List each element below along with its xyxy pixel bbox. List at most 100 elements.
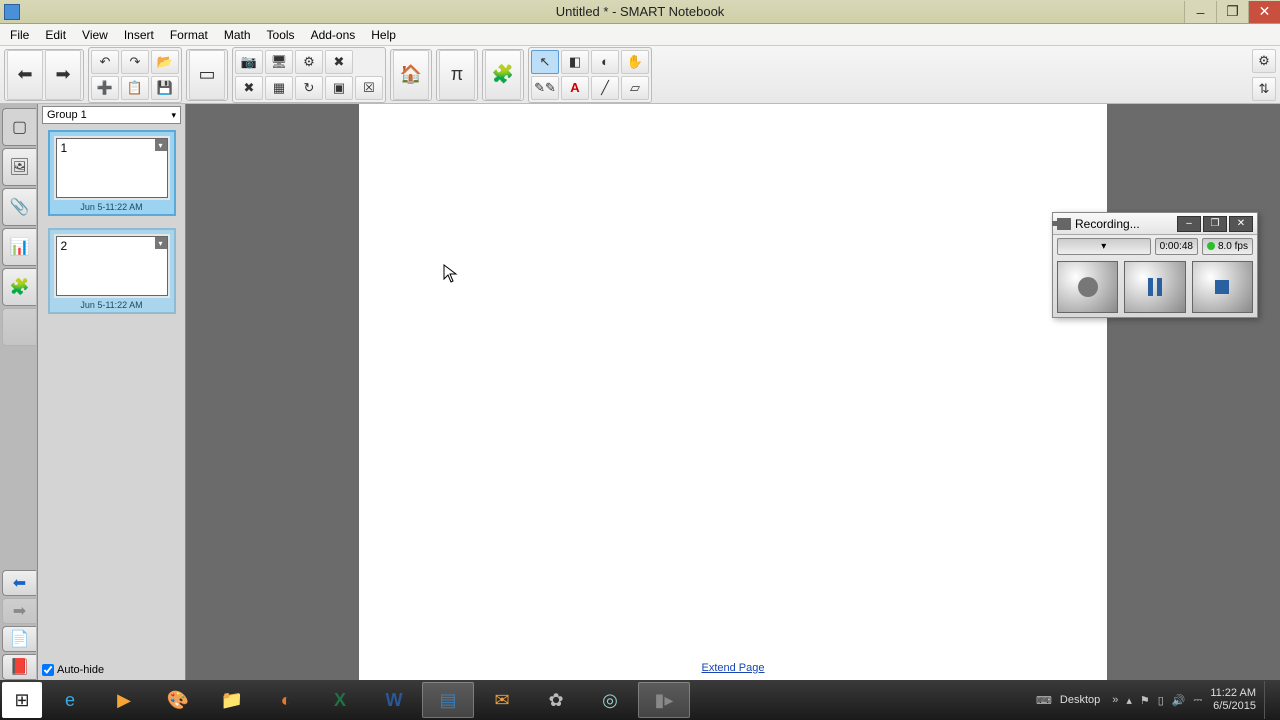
- extend-page-link[interactable]: Extend Page: [702, 662, 765, 674]
- recorder-close-button[interactable]: ✕: [1229, 216, 1253, 232]
- screen-shade-button[interactable]: ▭: [189, 50, 225, 100]
- taskbar-word[interactable]: W: [368, 682, 420, 718]
- recorder-stop-button[interactable]: [1192, 261, 1253, 313]
- side-action-2[interactable]: 📕: [2, 654, 36, 680]
- table-button[interactable]: ▦: [265, 76, 293, 100]
- recorder-pause-button[interactable]: [1124, 261, 1185, 313]
- insert-image-button[interactable]: ⚙: [295, 50, 323, 74]
- toolbar-options-button[interactable]: ⚙: [1252, 49, 1276, 73]
- taskbar-ie[interactable]: e: [44, 682, 96, 718]
- line-tool-button[interactable]: ╱: [591, 76, 619, 100]
- taskbar-media[interactable]: ▶: [98, 682, 150, 718]
- desktop-toolbar-label[interactable]: Desktop: [1060, 694, 1100, 706]
- taskbar-excel[interactable]: X: [314, 682, 366, 718]
- next-page-button[interactable]: ➡: [45, 50, 81, 100]
- taskbar-app-1[interactable]: ✿: [530, 682, 582, 718]
- autohide-checkbox[interactable]: Auto-hide: [42, 664, 104, 676]
- fill-tool-button[interactable]: ✋: [621, 50, 649, 74]
- page-group-dropdown[interactable]: Group 1: [42, 106, 181, 124]
- page-canvas[interactable]: Extend Page: [359, 104, 1107, 680]
- taskbar-outlook[interactable]: ✉: [476, 682, 528, 718]
- pens-tool-button[interactable]: ✎✎: [531, 76, 559, 100]
- properties-button[interactable]: ▣: [325, 76, 353, 100]
- undo-button[interactable]: ↶: [91, 50, 119, 74]
- recorder-titlebar[interactable]: Recording... – ❐ ✕: [1053, 213, 1257, 235]
- tray-chevron-icon[interactable]: ▴: [1126, 694, 1132, 707]
- save-button[interactable]: 💾: [151, 76, 179, 100]
- recorder-record-button[interactable]: [1057, 261, 1118, 313]
- prev-page-button[interactable]: ⬅: [7, 50, 43, 100]
- attachments-tab[interactable]: 📎: [2, 188, 36, 226]
- menu-edit[interactable]: Edit: [37, 26, 74, 44]
- delete-page-button[interactable]: ☒: [355, 76, 383, 100]
- windows-icon: ⊞: [8, 686, 36, 714]
- redo-button[interactable]: ↷: [121, 50, 149, 74]
- text-tool-button[interactable]: A: [561, 76, 589, 100]
- properties-tab[interactable]: 📊: [2, 228, 36, 266]
- page-sorter-tab[interactable]: ▢: [2, 108, 36, 146]
- shape-tool-button[interactable]: ◧: [561, 50, 589, 74]
- battery-icon[interactable]: ⎓: [1194, 694, 1203, 707]
- clear-ink-button[interactable]: ✖: [325, 50, 353, 74]
- notebook-icon: ▤: [434, 686, 462, 714]
- action-center-icon[interactable]: ⚑: [1140, 694, 1150, 707]
- new-page-button[interactable]: ➕: [91, 76, 119, 100]
- thumbnail-menu-button[interactable]: ▾: [155, 139, 167, 151]
- start-button[interactable]: ⊞: [2, 682, 42, 718]
- select-tool-button[interactable]: ↖: [531, 50, 559, 74]
- network-icon[interactable]: ▯: [1158, 694, 1164, 707]
- keyboard-icon[interactable]: ⌨: [1036, 694, 1052, 707]
- side-action-1[interactable]: 📄: [2, 626, 36, 652]
- system-tray: ⌨ Desktop » ▴ ⚑ ▯ 🔊 ⎓ 11:22 AM 6/5/2015: [1036, 681, 1278, 719]
- menu-help[interactable]: Help: [363, 26, 404, 44]
- paste-button[interactable]: 📋: [121, 76, 149, 100]
- taskbar-paint[interactable]: 🎨: [152, 682, 204, 718]
- window-close-button[interactable]: ✕: [1248, 1, 1280, 23]
- recorder-window[interactable]: Recording... – ❐ ✕ ▾ 0:00:48 8.0 fps: [1052, 212, 1258, 318]
- menu-tools[interactable]: Tools: [259, 26, 303, 44]
- thumbnail-menu-button[interactable]: ▾: [155, 237, 167, 249]
- math-tools-button[interactable]: π: [439, 50, 475, 100]
- volume-icon[interactable]: 🔊: [1172, 694, 1186, 707]
- ruler-tool-button[interactable]: ▱: [621, 76, 649, 100]
- updown-icon: ⇅: [1259, 81, 1270, 97]
- taskbar-explorer[interactable]: 📁: [206, 682, 258, 718]
- delete-button[interactable]: ✖: [235, 76, 263, 100]
- eraser-tool-button[interactable]: ◐: [591, 50, 619, 74]
- collapse-right-button[interactable]: ➡: [2, 598, 36, 624]
- autohide-input[interactable]: [42, 664, 54, 676]
- taskbar-camera[interactable]: ◎: [584, 682, 636, 718]
- menu-view[interactable]: View: [74, 26, 116, 44]
- toolbar-move-button[interactable]: ⇅: [1252, 77, 1276, 101]
- eraser-icon: ◐: [601, 54, 609, 69]
- document-camera-button[interactable]: 🖥: [265, 50, 293, 74]
- image-icon: ⚙: [303, 54, 315, 70]
- menu-math[interactable]: Math: [216, 26, 259, 44]
- collapse-left-button[interactable]: ⬅: [2, 570, 36, 596]
- taskbar-firefox[interactable]: ◐: [260, 682, 312, 718]
- page-thumbnail-2[interactable]: 2 ▾ Jun 5-11:22 AM: [48, 228, 176, 314]
- taskbar-smart-notebook[interactable]: ▤: [422, 682, 474, 718]
- window-minimize-button[interactable]: –: [1184, 1, 1216, 23]
- menu-addons[interactable]: Add-ons: [303, 26, 364, 44]
- addons-button[interactable]: 🧩: [485, 50, 521, 100]
- reset-page-button[interactable]: ↻: [295, 76, 323, 100]
- menu-file[interactable]: File: [2, 26, 37, 44]
- taskbar-clock[interactable]: 11:22 AM 6/5/2015: [1210, 687, 1256, 713]
- recorder-menu-dropdown[interactable]: ▾: [1057, 238, 1151, 255]
- window-maximize-button[interactable]: ❐: [1216, 1, 1248, 23]
- open-file-button[interactable]: 📂: [151, 50, 179, 74]
- recorder-minimize-button[interactable]: –: [1177, 216, 1201, 232]
- addons-tab[interactable]: 🧩: [2, 268, 36, 306]
- menu-format[interactable]: Format: [162, 26, 216, 44]
- gallery-tab[interactable]: 🖼: [2, 148, 36, 186]
- menu-insert[interactable]: Insert: [116, 26, 162, 44]
- page-thumbnail-1[interactable]: 1 ▾ Jun 5-11:22 AM: [48, 130, 176, 216]
- taskbar-recorder[interactable]: ▮▸: [638, 682, 690, 718]
- tray-expand-icon[interactable]: »: [1112, 694, 1118, 706]
- paste-icon: 📋: [127, 80, 143, 96]
- show-desktop-button[interactable]: [1264, 681, 1272, 719]
- activity-builder-button[interactable]: 🏠: [393, 50, 429, 100]
- capture-button[interactable]: 📷: [235, 50, 263, 74]
- recorder-maximize-button[interactable]: ❐: [1203, 216, 1227, 232]
